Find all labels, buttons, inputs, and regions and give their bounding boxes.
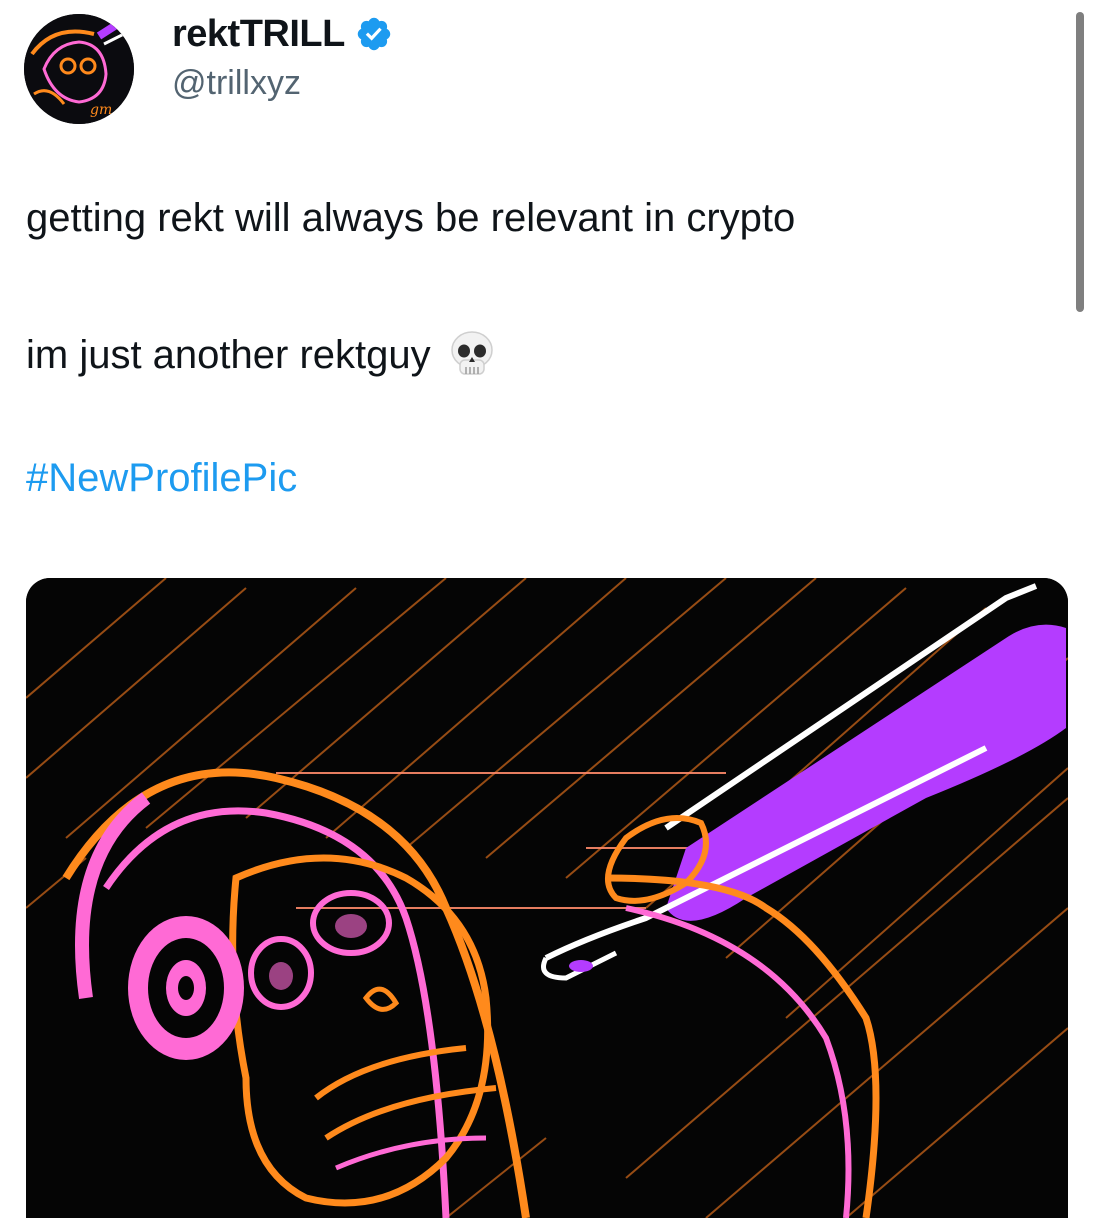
scrollbar[interactable] [1076, 12, 1084, 312]
tweet-text-line-2-row: im just another rektguy [26, 330, 495, 380]
avatar[interactable]: gm [24, 14, 134, 124]
hashtag-link[interactable]: #NewProfilePic [26, 456, 297, 501]
author-handle[interactable]: @trillxyz [172, 64, 301, 103]
display-name[interactable]: rektTRILL [172, 13, 345, 56]
avatar-caption: gm [90, 102, 112, 118]
tweet-media-image[interactable] [26, 578, 1068, 1218]
tweet-text-line-1: getting rekt will always be relevant in … [26, 196, 796, 240]
tweet-text-line-2: im just another rektguy [26, 332, 431, 377]
skull-icon [449, 330, 495, 380]
author-name-row[interactable]: rektTRILL [172, 12, 393, 56]
verified-badge-icon [355, 15, 393, 53]
profile-pic-artwork [26, 578, 1068, 1218]
avatar-image: gm [24, 14, 134, 124]
